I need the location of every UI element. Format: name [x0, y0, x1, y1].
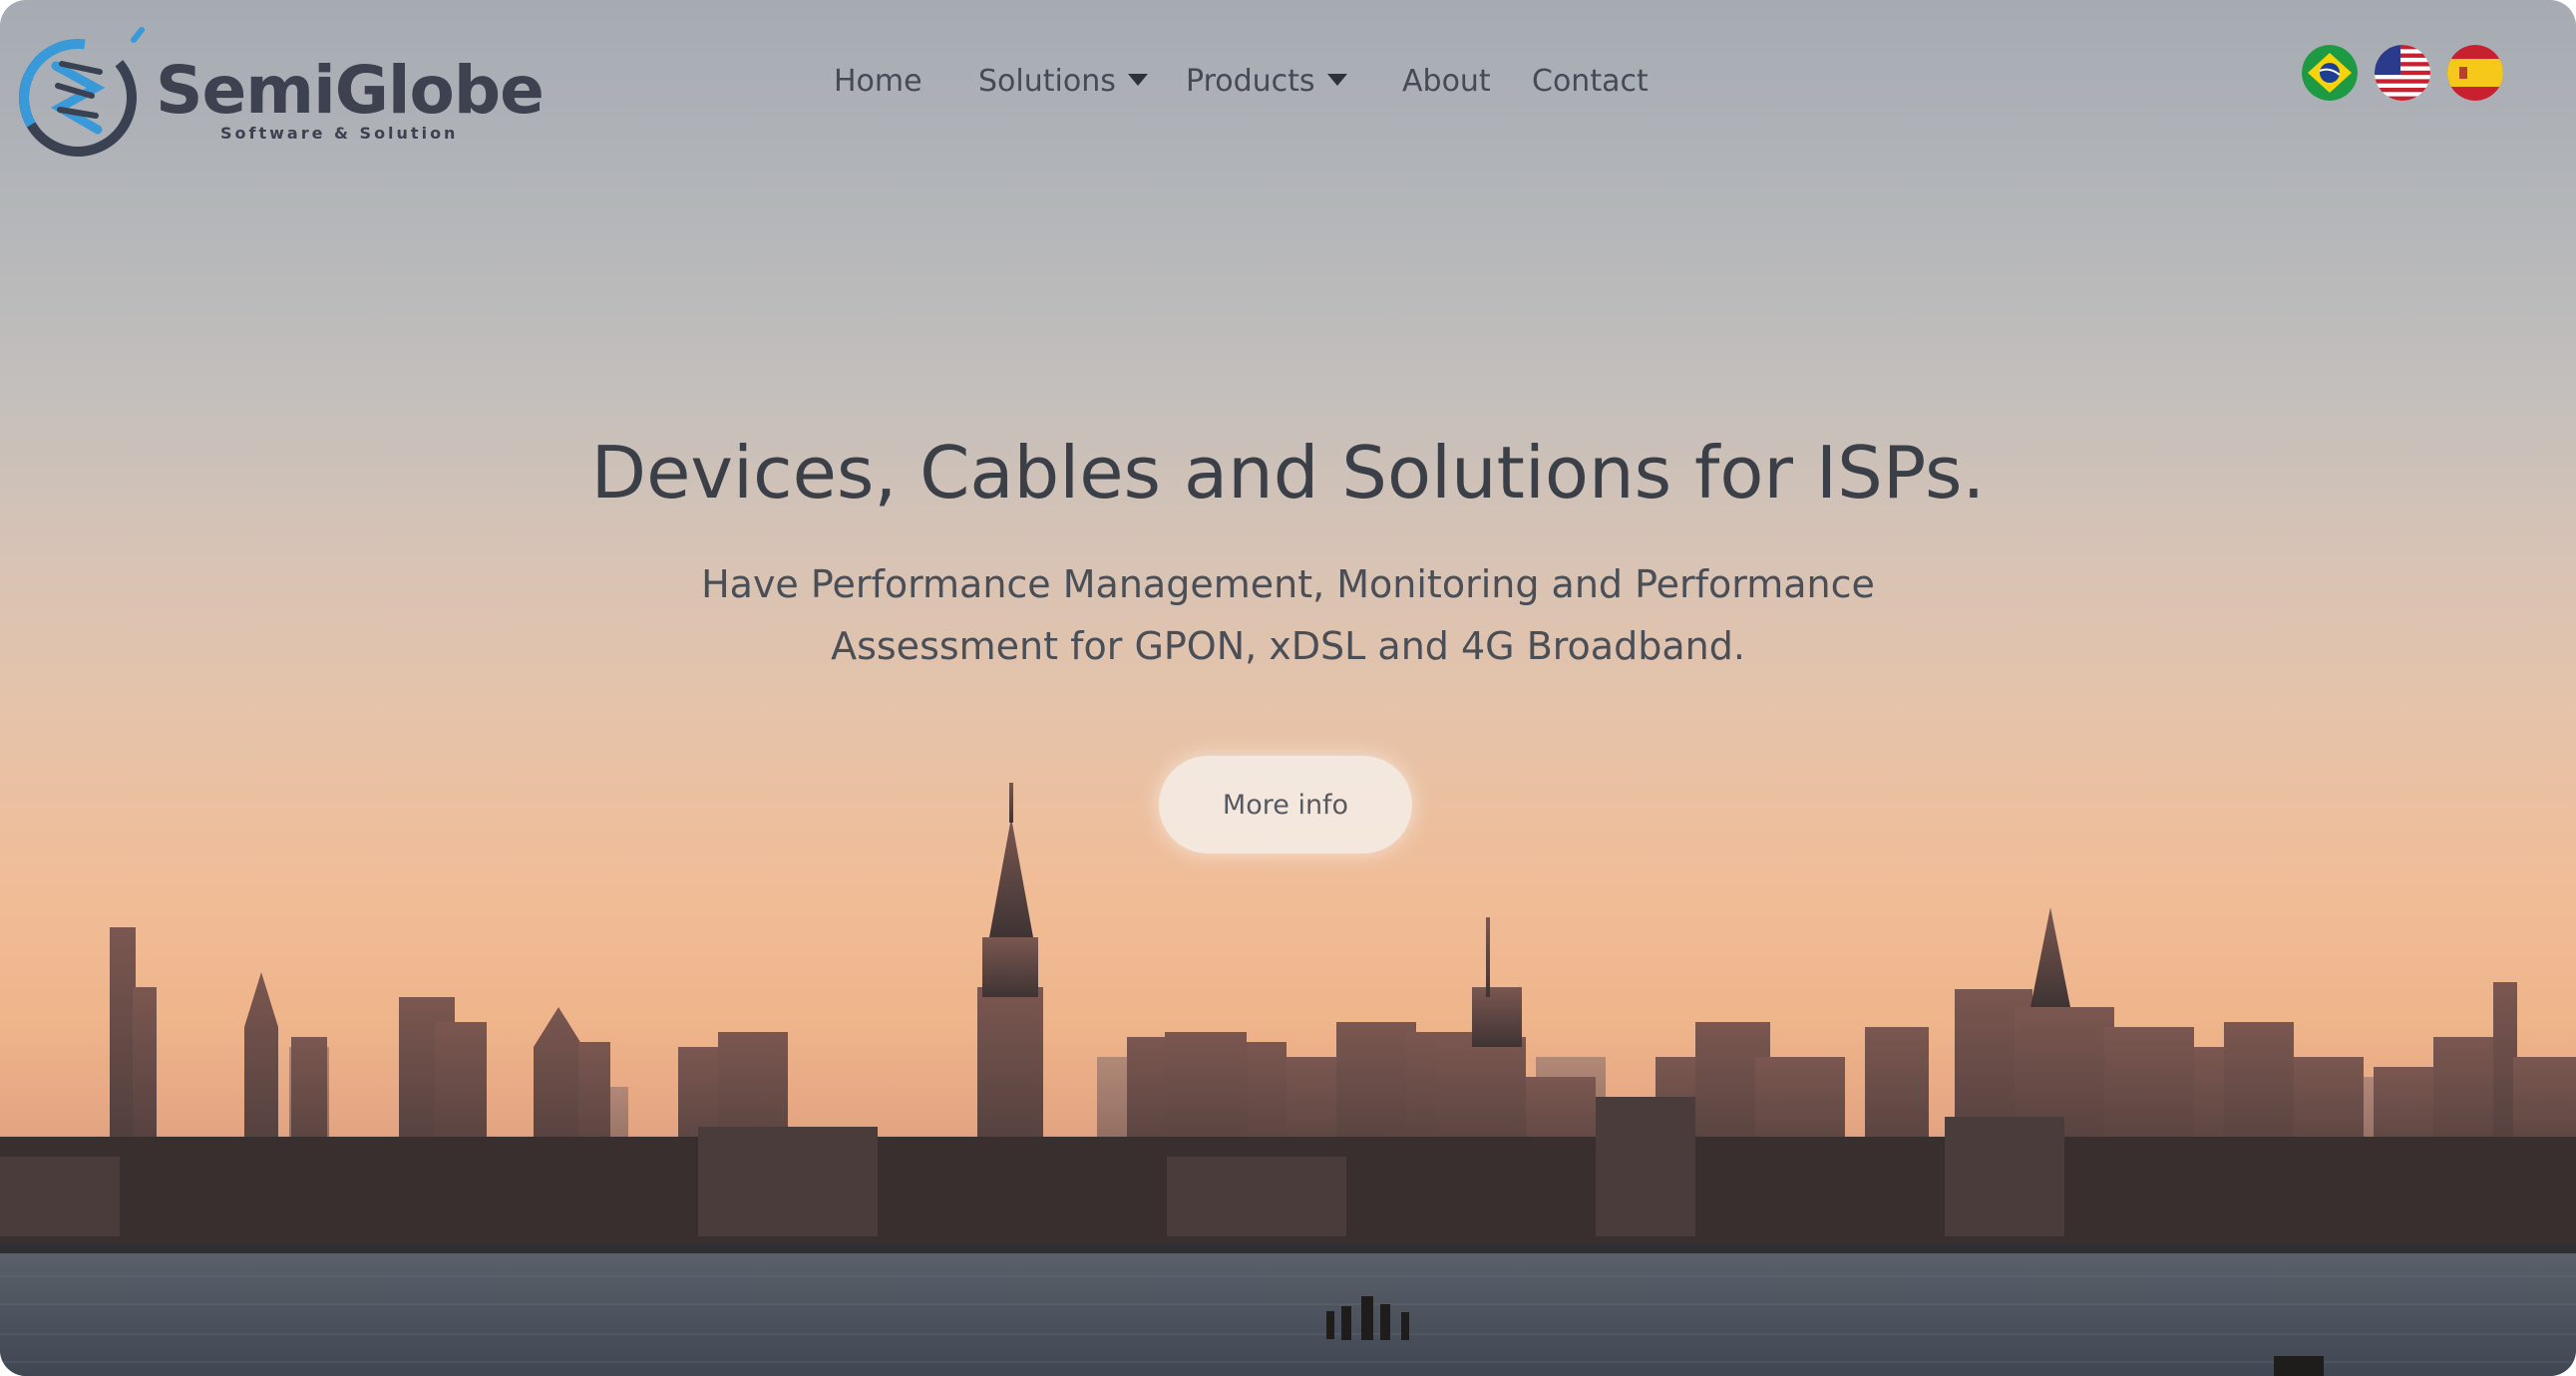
- spain-flag-icon[interactable]: [2447, 45, 2503, 101]
- logo-wordmark: SemiGlobe: [156, 52, 545, 129]
- chevron-down-icon: [1326, 73, 1347, 86]
- logo-tagline: Software & Solution: [220, 124, 459, 143]
- chevron-down-icon: [1127, 73, 1148, 86]
- hero-subtitle-line-2: Assessment for GPON, xDSL and 4G Broadba…: [831, 624, 1745, 668]
- nav-about[interactable]: About: [1402, 60, 1491, 104]
- nav-solutions-label: Solutions: [978, 64, 1116, 99]
- nav-products[interactable]: Products: [1186, 60, 1347, 104]
- nav-contact-label: Contact: [1532, 64, 1649, 99]
- globe-logo-icon: [19, 27, 145, 157]
- hero-title: Devices, Cables and Solutions for ISPs.: [590, 431, 1986, 515]
- page: SemiGlobe Software & Solution Home Solut…: [0, 0, 2576, 1376]
- hero-subtitle-line-1: Have Performance Management, Monitoring …: [701, 562, 1875, 606]
- nav-contact[interactable]: Contact: [1532, 60, 1649, 104]
- nav-home[interactable]: Home: [834, 60, 922, 104]
- nav-products-label: Products: [1186, 64, 1315, 99]
- more-info-button[interactable]: More info: [1159, 756, 1412, 854]
- hero-subtitle: Have Performance Management, Monitoring …: [0, 553, 2576, 677]
- nav-home-label: Home: [834, 64, 922, 99]
- brazil-flag-icon[interactable]: [2302, 45, 2358, 101]
- nav-solutions[interactable]: Solutions: [978, 60, 1148, 104]
- nav-about-label: About: [1402, 64, 1491, 99]
- usa-flag-icon[interactable]: [2375, 45, 2430, 101]
- semiglobe-logo[interactable]: SemiGlobe Software & Solution: [16, 26, 545, 171]
